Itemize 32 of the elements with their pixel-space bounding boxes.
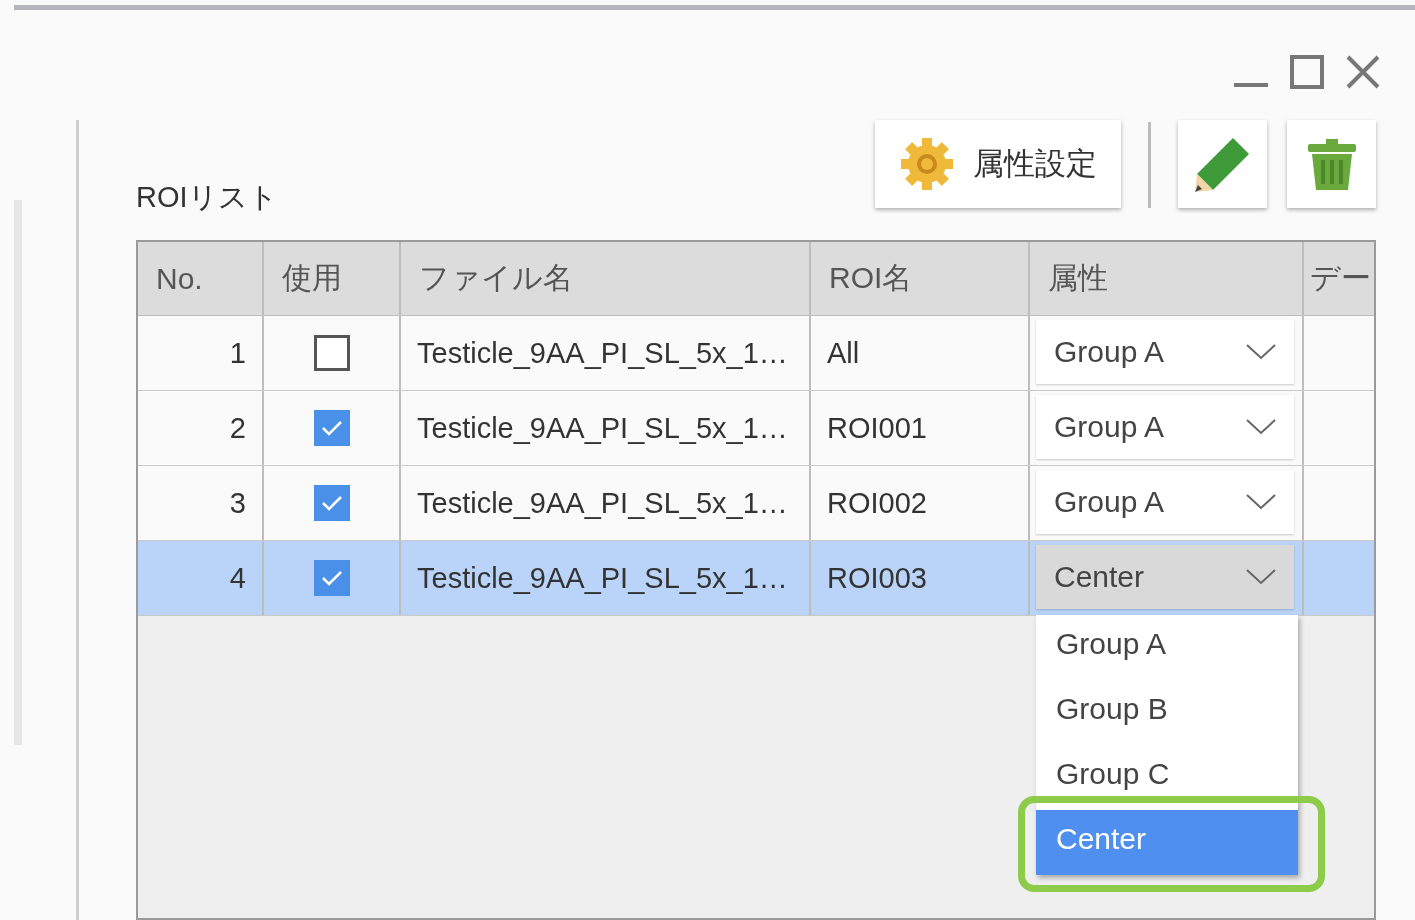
checkbox[interactable] xyxy=(313,410,350,446)
delete-button[interactable] xyxy=(1287,120,1376,208)
dropdown-option[interactable]: Group B xyxy=(1036,680,1298,745)
check-icon xyxy=(320,495,343,511)
column-header[interactable]: デー xyxy=(1304,242,1374,315)
checkbox[interactable] xyxy=(313,560,350,596)
table-cell: 4 xyxy=(138,541,264,615)
checkbox[interactable] xyxy=(313,335,350,371)
attribute-dropdown[interactable]: Group A xyxy=(1036,470,1294,534)
panel-title: ROIリスト xyxy=(136,180,279,215)
attribute-dropdown[interactable]: Group A xyxy=(1036,320,1294,384)
table-row[interactable]: 2 Testicle_9AA_PI_SL_5x_1… ROI001 Group A xyxy=(138,391,1374,466)
table-row[interactable]: 3 Testicle_9AA_PI_SL_5x_1… ROI002 Group A xyxy=(138,466,1374,541)
close-icon[interactable] xyxy=(1346,55,1380,89)
check-icon xyxy=(320,420,343,436)
attribute-dropdown[interactable]: Group A xyxy=(1036,395,1294,459)
edit-button[interactable] xyxy=(1178,120,1267,208)
maximize-icon[interactable] xyxy=(1290,55,1324,89)
table-cell: Testicle_9AA_PI_SL_5x_1… xyxy=(401,541,811,615)
chevron-down-icon xyxy=(1246,569,1276,585)
chevron-down-icon xyxy=(1246,494,1276,510)
attribute-dropdown[interactable]: Center xyxy=(1036,545,1294,609)
gear-icon xyxy=(899,136,955,192)
chevron-down-icon xyxy=(1246,419,1276,435)
attribute-settings-button[interactable]: 属性設定 xyxy=(875,120,1121,208)
table-row[interactable]: 1 Testicle_9AA_PI_SL_5x_1… All Group A xyxy=(138,316,1374,391)
dropdown-option[interactable]: Group C xyxy=(1036,745,1298,810)
checkbox[interactable] xyxy=(313,485,350,521)
dropdown-option[interactable]: Group A xyxy=(1036,615,1298,680)
table-cell: ROI003 xyxy=(811,541,1030,615)
chevron-down-icon xyxy=(1246,344,1276,360)
check-icon xyxy=(320,570,343,586)
